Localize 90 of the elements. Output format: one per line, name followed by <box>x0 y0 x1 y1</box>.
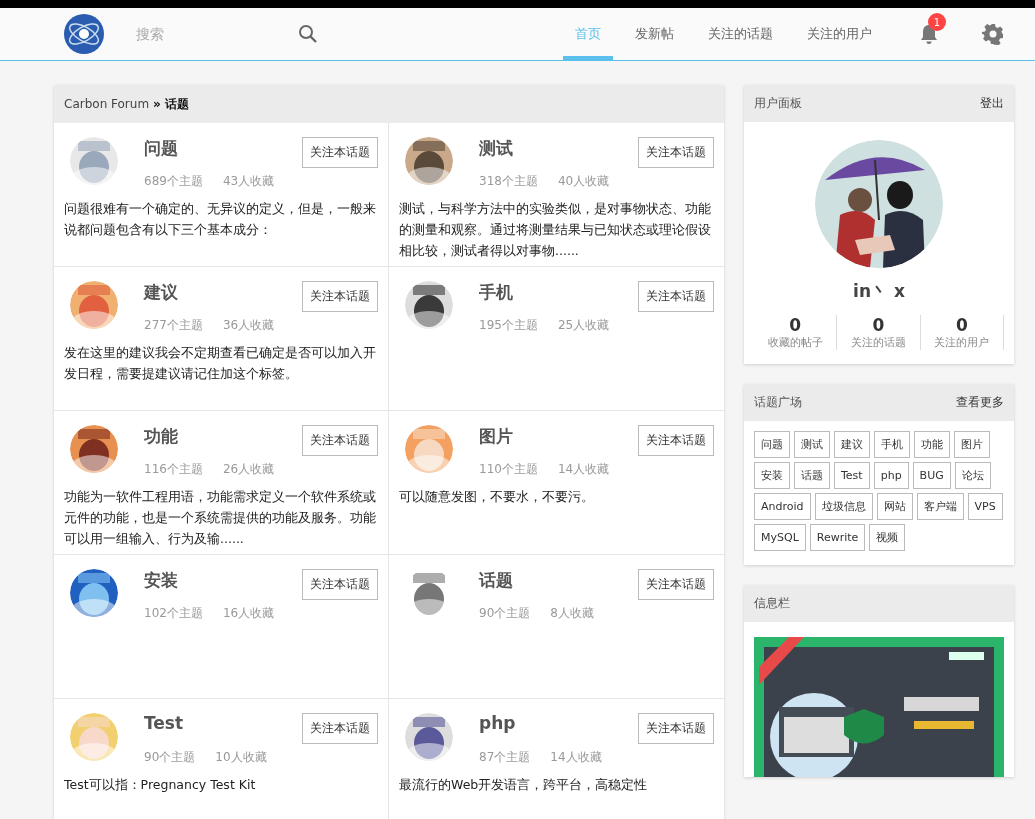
follow-button[interactable]: 关注本话题 <box>302 569 378 600</box>
topic-title[interactable]: 手机 <box>479 281 513 304</box>
topic-tag[interactable]: 论坛 <box>954 462 991 489</box>
stat-label: 关注的用户 <box>934 335 990 350</box>
stat-value: 0 <box>955 315 968 335</box>
topic-title[interactable]: 安装 <box>144 569 178 592</box>
topic-description: 可以随意发图，不要水，不要污。 <box>399 488 595 506</box>
topic-tag[interactable]: Android <box>754 493 811 520</box>
follow-button[interactable]: 关注本话题 <box>638 569 714 600</box>
topic-description: Test可以指：Pregnancy Test Kit <box>64 776 257 794</box>
favorite-count: 14人收藏 <box>557 461 610 478</box>
topic-tag[interactable]: 功能 <box>914 431 950 458</box>
notification-badge: 1 <box>928 13 946 31</box>
topic-count: 689个主题 <box>144 173 203 190</box>
topic-tag[interactable]: 问题 <box>754 431 790 458</box>
topic-description: 发在这里的建议我会不定期查看已确定是否可以加入开发日程，需要提建议请记住加这个标签。 <box>64 344 377 383</box>
topic-tag[interactable]: 测试 <box>794 431 830 458</box>
breadcrumb-separator: » <box>153 97 161 111</box>
topic-tag[interactable]: 话题 <box>794 462 830 489</box>
topic-title[interactable]: 功能 <box>144 425 178 448</box>
topic-count: 102个主题 <box>144 605 203 622</box>
favorite-count: 10人收藏 <box>215 749 267 766</box>
panel-title: 话题广场 <box>754 394 802 411</box>
panel-title: 信息栏 <box>754 595 790 612</box>
search-icon[interactable] <box>298 24 318 44</box>
logout-link[interactable]: 登出 <box>980 95 1004 112</box>
breadcrumb-link[interactable]: Carbon Forum <box>64 97 150 111</box>
stat-value: 0 <box>789 315 802 335</box>
favorite-count: 26人收藏 <box>222 461 275 478</box>
topic-tag[interactable]: 网站 <box>876 493 913 520</box>
topic-description: 测试，与科学方法中的实验类似，是对事物状态、功能的测量和观察。通过将测量结果与已知状态或理论假设相比较，测试者得以对事物...... <box>399 200 712 260</box>
topic-description: 最流行的Web开发语言，跨平台，高稳定性 <box>399 776 649 794</box>
topic-tag[interactable]: 视频 <box>869 524 906 551</box>
topic-title[interactable]: php <box>479 713 516 733</box>
favorite-count: 36人收藏 <box>222 317 275 334</box>
breadcrumb-current: 话题 <box>164 95 189 113</box>
favorite-count: 16人收藏 <box>222 605 275 622</box>
topic-title[interactable]: 问题 <box>144 137 178 160</box>
topic-tag[interactable]: MySQL <box>754 524 806 551</box>
topic-tag[interactable]: 图片 <box>954 431 990 458</box>
nav-tab[interactable]: 关注的用户 <box>795 8 884 60</box>
follow-button[interactable]: 关注本话题 <box>302 281 378 312</box>
topic-tag[interactable]: Test <box>834 462 870 489</box>
username: in丶 x <box>853 280 905 303</box>
favorite-count: 25人收藏 <box>557 317 610 334</box>
topic-tag[interactable]: 安装 <box>754 462 790 489</box>
topic-title[interactable]: Test <box>144 713 184 733</box>
topic-count: 90个主题 <box>144 749 196 766</box>
follow-button[interactable]: 关注本话题 <box>638 281 714 312</box>
topic-title[interactable]: 图片 <box>479 425 513 448</box>
topic-title[interactable]: 建议 <box>144 281 178 304</box>
follow-button[interactable]: 关注本话题 <box>302 137 378 168</box>
logo-icon[interactable] <box>64 14 104 54</box>
topic-count: 116个主题 <box>144 461 203 478</box>
search-field[interactable]: 搜索 <box>134 25 288 43</box>
panel-title: 用户面板 <box>754 95 802 112</box>
favorite-count: 43人收藏 <box>222 173 275 190</box>
stat-label: 关注的话题 <box>851 335 906 350</box>
favorite-count: 8人收藏 <box>550 605 594 622</box>
topic-title[interactable]: 测试 <box>479 137 513 160</box>
topic-tag[interactable]: 建议 <box>834 431 870 458</box>
topic-description: 问题很难有一个确定的、无异议的定义，但是，一般来说都问题包含有以下三个基本成分： <box>64 200 377 239</box>
topic-tag[interactable]: 手机 <box>874 431 910 458</box>
topic-title[interactable]: 话题 <box>479 569 513 592</box>
favorite-count: 40人收藏 <box>557 173 610 190</box>
topic-tag[interactable]: php <box>873 462 909 489</box>
nav-tab[interactable]: 发新帖 <box>623 8 686 60</box>
stat-label: 收藏的帖子 <box>767 335 823 350</box>
topic-count: 195个主题 <box>479 317 538 334</box>
topic-tag[interactable]: 垃圾信息 <box>814 493 873 520</box>
topic-count: 87个主题 <box>479 749 531 766</box>
topic-tag[interactable]: 客户端 <box>916 493 964 520</box>
nav-tab[interactable]: 关注的话题 <box>696 8 785 60</box>
stat-value: 0 <box>872 315 885 335</box>
topic-description: 功能为一软件工程用语，功能需求定义一个软件系统或元件的功能，也是一个系统需提供的功能及服务。功能可以用一组输入、行为及输...... <box>64 488 377 548</box>
topic-tag[interactable]: BUG <box>912 462 951 489</box>
settings-icon[interactable] <box>982 23 1004 45</box>
follow-button[interactable]: 关注本话题 <box>302 425 378 456</box>
view-more-link[interactable]: 查看更多 <box>956 394 1004 411</box>
follow-button[interactable]: 关注本话题 <box>638 713 714 744</box>
topic-count: 277个主题 <box>144 317 203 334</box>
topic-count: 318个主题 <box>479 173 538 190</box>
topic-count: 90个主题 <box>479 605 531 622</box>
follow-button[interactable]: 关注本话题 <box>638 425 714 456</box>
follow-button[interactable]: 关注本话题 <box>302 713 378 744</box>
topic-count: 110个主题 <box>479 461 538 478</box>
follow-button[interactable]: 关注本话题 <box>638 137 714 168</box>
topic-tag[interactable]: VPS <box>967 493 1003 520</box>
favorite-count: 14人收藏 <box>550 749 602 766</box>
topic-tag[interactable]: Rewrite <box>809 524 866 551</box>
